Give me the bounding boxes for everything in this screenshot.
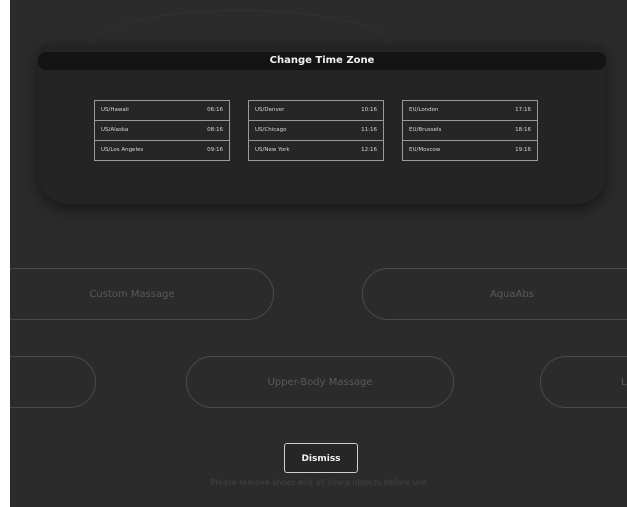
zone-name: EU/London [409,107,439,113]
zone-name: US/Los Angeles [101,147,144,153]
zone-time: 10:16 [361,107,377,113]
time-zone-column-europe: EU/London 17:16 EU/Brussels 18:16 EU/Mosco… [402,100,538,226]
zone-name: EU/Moscow [409,147,441,153]
partial-right-button[interactable]: Lo [540,356,627,408]
time-zone-column-us-central: US/Denver 10:16 US/Chicago 11:16 US/New Yo… [248,100,384,226]
zone-name: US/Denver [255,107,285,113]
time-zone-option[interactable]: US/Hawaii 06:16 [94,100,230,120]
time-zone-option[interactable]: EU/London 17:16 [402,100,538,120]
custom-massage-button[interactable]: Custom Massage [10,268,274,320]
zone-time: 17:16 [515,107,531,113]
time-zone-option[interactable]: US/Chicago 11:16 [248,120,384,140]
zone-time: 08:16 [207,127,223,133]
time-zone-option[interactable]: US/New York 12:16 [248,140,384,161]
zone-time: 19:16 [515,147,531,153]
upper-body-massage-label: Upper-Body Massage [267,377,373,388]
zone-name: US/Hawaii [101,107,129,113]
zone-name: EU/Brussels [409,127,442,133]
partial-right-label: Lo [621,377,627,388]
time-zone-panel: Change Time Zone US/Hawaii 06:16 US/Alask… [38,44,606,204]
aquaabs-label: AquaAbs [490,289,534,300]
zone-time: 12:16 [361,147,377,153]
partial-left-button[interactable]: e [10,356,96,408]
time-zone-option[interactable]: EU/Brussels 18:16 [402,120,538,140]
time-zone-title: Change Time Zone [269,55,375,66]
time-zone-option[interactable]: EU/Moscow 19:16 [402,140,538,161]
safety-note: Please remove shoes and all sharp object… [210,478,427,487]
zone-time: 11:16 [361,127,377,133]
zone-time: 18:16 [515,127,531,133]
time-zone-option[interactable]: US/Los Angeles 09:16 [94,140,230,161]
massage-chair-screen: Custom Massage AquaAbs e Upper-Body Mass… [10,0,627,507]
zone-name: US/New York [255,147,290,153]
dismiss-button[interactable]: Dismiss [284,443,358,473]
time-zone-option[interactable]: US/Alaska 08:16 [94,120,230,140]
time-zone-option[interactable]: US/Denver 10:16 [248,100,384,120]
zone-time: 06:16 [207,107,223,113]
zone-name: US/Chicago [255,127,287,133]
aquaabs-button[interactable]: AquaAbs [362,268,627,320]
upper-body-massage-button[interactable]: Upper-Body Massage [186,356,454,408]
zone-time: 09:16 [207,147,223,153]
time-zone-column-us-west: US/Hawaii 06:16 US/Alaska 08:16 US/Los Ang… [94,100,230,226]
custom-massage-label: Custom Massage [89,289,175,300]
zone-name: US/Alaska [101,127,129,133]
